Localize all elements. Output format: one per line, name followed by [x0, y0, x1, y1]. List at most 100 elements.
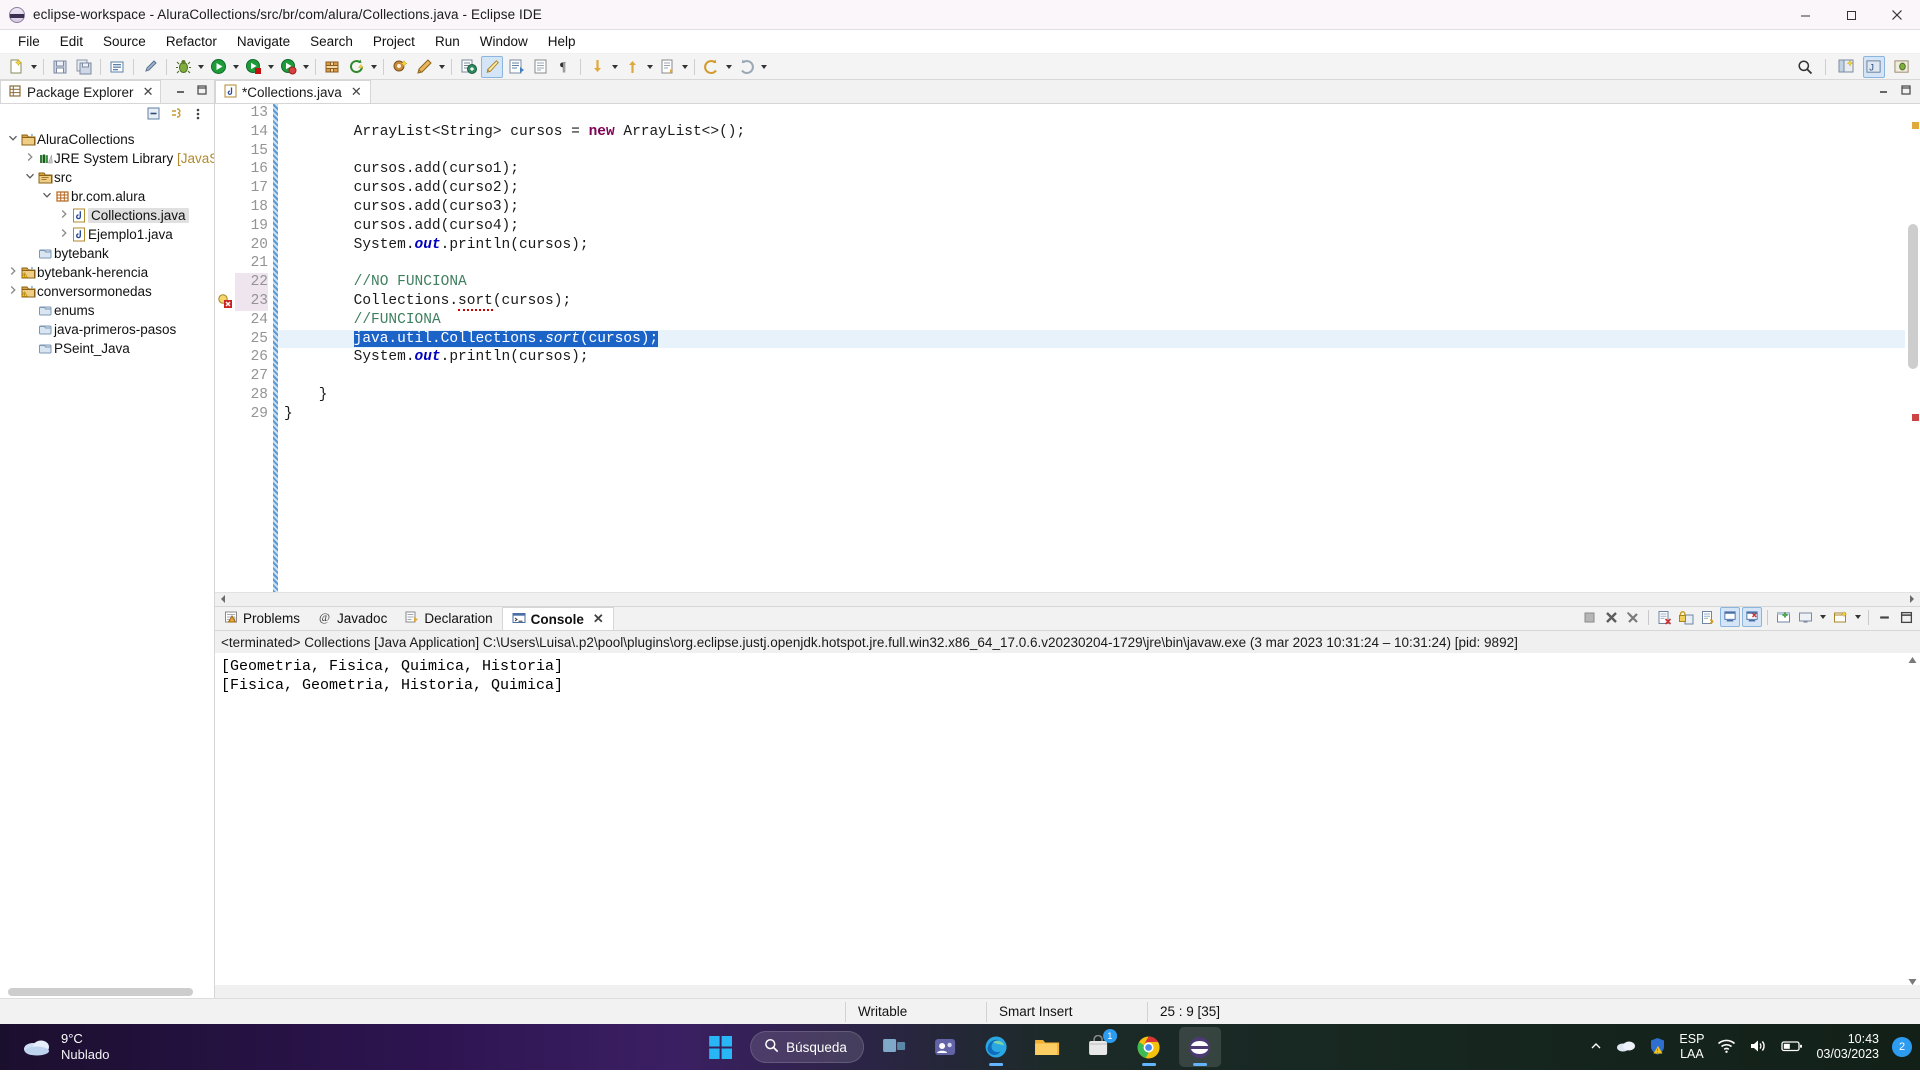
display-selected-console-dropdown-icon[interactable]: [1817, 606, 1828, 628]
code-line[interactable]: [278, 367, 1905, 386]
battery-icon[interactable]: [1781, 1039, 1803, 1056]
quick-access-pen-icon[interactable]: [139, 56, 161, 78]
run-history-icon[interactable]: [242, 56, 264, 78]
forward-navigation-icon[interactable]: [735, 56, 757, 78]
terminate-icon[interactable]: [1579, 607, 1599, 627]
debug-icon[interactable]: [172, 56, 194, 78]
run-dropdown-icon[interactable]: [230, 56, 241, 78]
editor-horizontal-scrollbar[interactable]: [215, 592, 1920, 606]
store-button[interactable]: 1: [1077, 1027, 1119, 1067]
code-line[interactable]: [278, 254, 1905, 273]
tray-overflow-icon[interactable]: [1589, 1039, 1603, 1056]
code-line[interactable]: }: [278, 386, 1905, 405]
code-line[interactable]: cursos.add(curso2);: [278, 179, 1905, 198]
run-history-dropdown-icon[interactable]: [265, 56, 276, 78]
previous-annotation-icon[interactable]: [621, 56, 643, 78]
print-icon[interactable]: [106, 56, 128, 78]
collapsed-arrow-icon[interactable]: [6, 285, 19, 298]
expanded-arrow-icon[interactable]: [6, 133, 19, 146]
toggle-mark-occurrences-icon[interactable]: [481, 55, 503, 78]
scroll-lock-icon[interactable]: [1676, 607, 1696, 627]
tree-item[interactable]: ! bytebank-herencia: [0, 263, 214, 282]
display-selected-console-icon[interactable]: [1795, 607, 1815, 627]
editor-overview-warning-marker[interactable]: [1912, 122, 1919, 129]
editor-code-content[interactable]: ArrayList<String> cursos = new ArrayList…: [278, 104, 1905, 592]
volume-icon[interactable]: [1749, 1038, 1768, 1057]
tab-declaration[interactable]: Declaration: [396, 607, 501, 630]
new-wizard-dropdown-icon[interactable]: [28, 56, 39, 78]
console-scroll-up-arrow-icon[interactable]: [1907, 653, 1918, 664]
refresh-icon[interactable]: [345, 56, 367, 78]
code-line[interactable]: ArrayList<String> cursos = new ArrayList…: [278, 123, 1905, 142]
show-console-on-output-icon[interactable]: [1720, 607, 1740, 627]
tree-item[interactable]: ! conversormonedas: [0, 282, 214, 301]
expanded-arrow-icon[interactable]: [23, 171, 36, 184]
annotate-dropdown-icon[interactable]: [436, 56, 447, 78]
package-explorer-hscrollbar[interactable]: [0, 986, 214, 998]
code-line[interactable]: //NO FUNCIONA: [278, 273, 1905, 292]
menu-navigate[interactable]: Navigate: [227, 32, 300, 51]
view-menu-icon[interactable]: [192, 107, 204, 124]
minimize-button[interactable]: [1782, 0, 1828, 30]
console-vertical-scrollbar[interactable]: [1905, 653, 1920, 985]
code-line[interactable]: [278, 142, 1905, 161]
menu-help[interactable]: Help: [538, 32, 586, 51]
new-wizard-icon[interactable]: [5, 56, 27, 78]
last-edit-dropdown-icon[interactable]: [679, 56, 690, 78]
menu-edit[interactable]: Edit: [50, 32, 93, 51]
tab-console[interactable]: Console ✕: [501, 607, 614, 630]
menu-window[interactable]: Window: [470, 32, 538, 51]
refresh-dropdown-icon[interactable]: [368, 56, 379, 78]
code-line[interactable]: //FUNCIONA: [278, 311, 1905, 330]
editor-vertical-scrollbar[interactable]: [1905, 104, 1920, 592]
word-wrap-icon[interactable]: [1698, 607, 1718, 627]
tree-item[interactable]: java-primeros-pasos: [0, 320, 214, 339]
search-pill[interactable]: Búsqueda: [750, 1031, 864, 1063]
remove-launch-icon[interactable]: [1601, 607, 1621, 627]
menu-source[interactable]: Source: [93, 32, 156, 51]
code-line[interactable]: cursos.add(curso4);: [278, 217, 1905, 236]
tab-package-explorer[interactable]: Package Explorer ✕: [0, 80, 162, 103]
start-button[interactable]: [699, 1027, 741, 1067]
previous-annotation-dropdown-icon[interactable]: [644, 56, 655, 78]
maximize-view-icon[interactable]: [196, 83, 208, 99]
code-line[interactable]: cursos.add(curso3);: [278, 198, 1905, 217]
pin-console-icon[interactable]: [1773, 607, 1793, 627]
edge-button[interactable]: [975, 1027, 1017, 1067]
project-tree[interactable]: AluraCollections JRE System Library [Java…: [0, 126, 214, 986]
code-line[interactable]: System.out.println(cursos);: [278, 236, 1905, 255]
teams-button[interactable]: [924, 1027, 966, 1067]
maximize-editor-icon[interactable]: [1900, 83, 1912, 99]
editor-overview-error-marker[interactable]: [1912, 414, 1919, 421]
maximize-button[interactable]: [1828, 0, 1874, 30]
open-perspective-icon[interactable]: [1835, 56, 1857, 78]
show-console-on-error-icon[interactable]: [1742, 607, 1762, 627]
code-line[interactable]: [278, 104, 1905, 123]
code-line[interactable]: java.util.Collections.sort(cursos);: [278, 329, 1905, 349]
notification-badge[interactable]: 2: [1892, 1037, 1912, 1057]
new-java-package-icon[interactable]: [321, 56, 343, 78]
collapsed-arrow-icon[interactable]: [57, 228, 70, 241]
onedrive-icon[interactable]: [1616, 1038, 1636, 1056]
code-line[interactable]: System.out.println(cursos);: [278, 348, 1905, 367]
selected-code-text[interactable]: java.util.Collections.sort(cursos);: [353, 330, 659, 347]
tab-collections-java[interactable]: *Collections.java ✕: [215, 80, 371, 103]
maximize-console-icon[interactable]: [1896, 607, 1916, 627]
wifi-icon[interactable]: [1717, 1038, 1736, 1057]
console-tab-close-icon[interactable]: ✕: [593, 611, 604, 627]
console-horizontal-scrollbar[interactable]: [215, 985, 1920, 998]
tree-item[interactable]: bytebank: [0, 244, 214, 263]
package-explorer-tab-close-icon[interactable]: ✕: [143, 84, 154, 100]
run-icon[interactable]: [207, 56, 229, 78]
menu-search[interactable]: Search: [300, 32, 363, 51]
tree-item[interactable]: enums: [0, 301, 214, 320]
security-shield-icon[interactable]: !: [1649, 1037, 1666, 1058]
expanded-arrow-icon[interactable]: [40, 190, 53, 203]
editor-vscroll-thumb[interactable]: [1908, 224, 1918, 369]
collapse-all-icon[interactable]: [146, 106, 161, 124]
editor-annotation-ruler[interactable]: [215, 104, 235, 592]
error-marker-icon[interactable]: [215, 292, 235, 311]
code-line[interactable]: Collections.sort(cursos);: [278, 292, 1905, 311]
tree-item[interactable]: br.com.alura: [0, 187, 214, 206]
menu-file[interactable]: File: [8, 32, 50, 51]
